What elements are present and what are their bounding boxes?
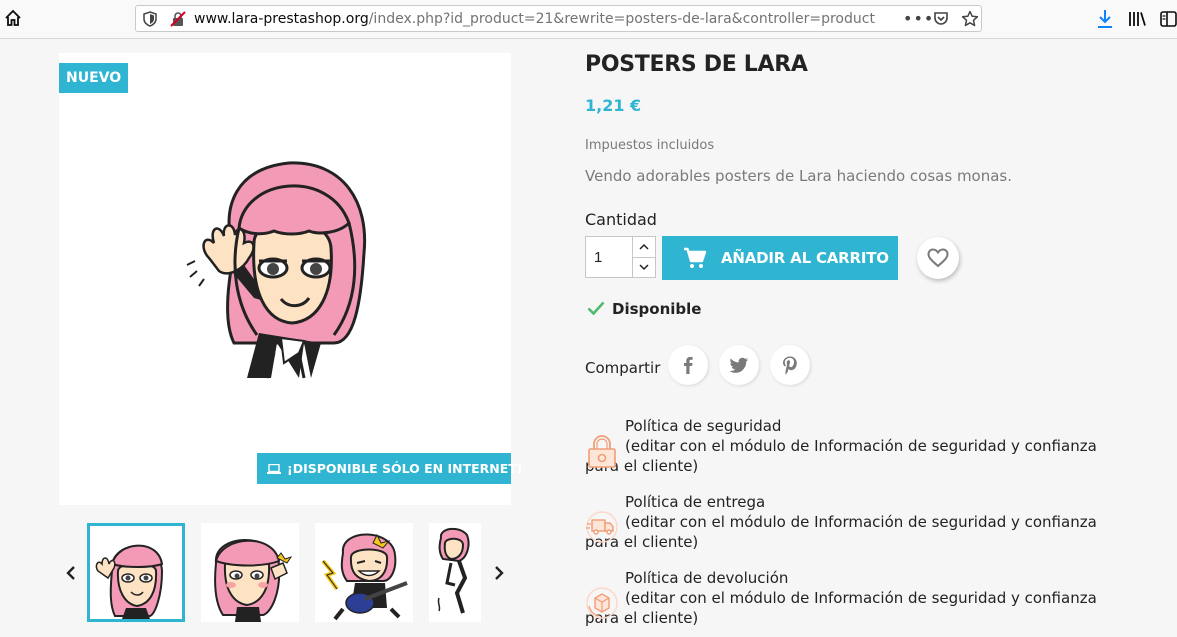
quantity-input[interactable] [586,237,632,277]
reassurance-title: Política de seguridad [625,417,782,435]
reassurance-returns: Política de devolución (editar con el mó… [585,568,1125,628]
reassurance-title: Política de entrega [625,493,766,511]
quantity-increase-button[interactable] [633,237,655,258]
home-icon[interactable] [4,9,22,27]
product-price: 1,21 € [585,96,642,115]
reassurance-text: (editar con el módulo de Información de … [585,437,1097,475]
thumbnail-prev-arrow-icon[interactable] [64,562,78,584]
reassurance-delivery: Política de entrega (editar con el módul… [585,492,1125,552]
thumbnail-dancing-image [437,527,470,614]
return-box-icon [586,587,618,619]
reassurance-text: (editar con el módulo de Información de … [585,513,1097,551]
reassurance-text: (editar con el módulo de Información de … [585,589,1097,627]
pinterest-icon [783,356,797,375]
add-to-cart-button[interactable]: AÑADIR AL CARRITO [662,236,898,280]
thumbnail-waving-image [95,544,164,619]
bookmark-star-icon[interactable] [961,10,979,28]
wishlist-button[interactable] [917,237,959,279]
reassurance-security: Política de seguridad (editar con el mód… [585,416,1125,476]
library-icon[interactable] [1128,10,1146,28]
chevron-down-icon [639,264,649,271]
thumbnail-4[interactable] [429,523,481,622]
tax-label: Impuestos incluidos [585,138,715,153]
url-host: www.lara-prestashop.org [194,11,369,27]
download-icon[interactable] [1096,9,1114,29]
online-only-badge: ¡DISPONIBLE SÓLO EN INTERNET! [257,453,523,484]
lock-icon [588,435,616,468]
thumbnail-blushing-image [214,539,293,622]
share-label: Compartir [585,359,661,377]
laptop-icon [267,464,281,474]
share-facebook-button[interactable] [668,345,708,385]
browser-toolbar: www.lara-prestashop.org/index.php?id_pro… [0,0,1177,39]
pocket-icon[interactable] [933,11,949,27]
thumbnail-next-arrow-icon[interactable] [492,562,506,584]
thumbnail-strip [87,523,481,623]
new-badge: NUEVO [59,63,129,93]
product-main-image[interactable] [59,53,511,505]
thumbnail-2[interactable] [201,523,299,622]
quantity-label: Cantidad [585,210,657,229]
lara-waving-illustration [186,161,367,379]
thumbnail-1[interactable] [87,523,185,622]
quantity-stepper [632,236,656,278]
twitter-icon [729,357,748,373]
share-twitter-button[interactable] [719,345,759,385]
product-title: POSTERS DE LARA [585,52,808,77]
chevron-up-icon [639,243,649,250]
quantity-field-box [585,236,633,278]
facebook-icon [684,357,693,374]
thumbnail-3[interactable] [315,523,413,622]
url-path: /index.php?id_product=21&rewrite=posters… [368,11,875,27]
add-to-cart-label: AÑADIR AL CARRITO [721,249,889,267]
check-icon [587,301,605,316]
online-only-label: ¡DISPONIBLE SÓLO EN INTERNET! [287,461,523,476]
heart-icon [927,248,949,268]
tracking-shield-icon[interactable] [143,11,157,27]
page-actions-menu-icon[interactable]: ••• [903,9,934,28]
reassurance-title: Política de devolución [625,569,789,587]
url-text[interactable]: www.lara-prestashop.org/index.php?id_pro… [194,11,875,27]
delivery-truck-icon [586,511,618,543]
availability-status: Disponible [612,300,702,318]
share-pinterest-button[interactable] [770,345,810,385]
sidebar-icon[interactable] [1160,10,1177,28]
address-bar[interactable]: www.lara-prestashop.org/index.php?id_pro… [135,5,982,32]
quantity-decrease-button[interactable] [633,257,655,277]
product-description: Vendo adorables posters de Lara haciendo… [585,167,1013,185]
shopping-cart-icon [684,247,707,268]
insecure-lock-icon[interactable] [170,11,186,27]
thumbnail-guitar-image [321,533,408,621]
